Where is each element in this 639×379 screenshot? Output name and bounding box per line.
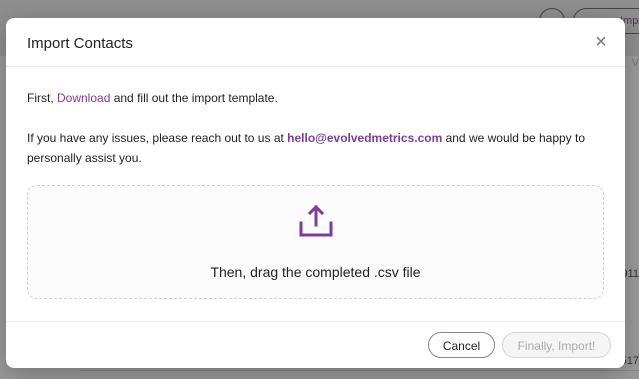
upload-icon bbox=[299, 204, 333, 237]
support-text: If you have any issues, please reach out… bbox=[27, 128, 607, 168]
background-row-divider bbox=[80, 370, 639, 371]
modal-header: Import Contacts × bbox=[6, 18, 625, 67]
instructions-prefix: First, bbox=[27, 91, 57, 105]
background-side-text: V bbox=[631, 57, 639, 69]
import-button[interactable]: Finally, Import! bbox=[502, 332, 611, 358]
modal-footer: Cancel Finally, Import! bbox=[6, 321, 625, 368]
import-contacts-modal: Import Contacts × First, Download and fi… bbox=[6, 18, 625, 368]
cancel-button[interactable]: Cancel bbox=[428, 332, 495, 358]
csv-dropzone[interactable]: Then, drag the completed .csv file bbox=[27, 185, 604, 299]
download-link[interactable]: Download bbox=[57, 91, 110, 105]
instructions-suffix: and fill out the import template. bbox=[110, 91, 278, 105]
close-icon[interactable]: × bbox=[591, 32, 611, 52]
support-prefix: If you have any issues, please reach out… bbox=[27, 131, 288, 145]
dropzone-text: Then, drag the completed .csv file bbox=[210, 264, 421, 280]
support-email: hello@evolvedmetrics.com bbox=[287, 131, 443, 145]
instructions-line: First, Download and fill out the import … bbox=[27, 91, 278, 105]
modal-title: Import Contacts bbox=[27, 35, 133, 52]
